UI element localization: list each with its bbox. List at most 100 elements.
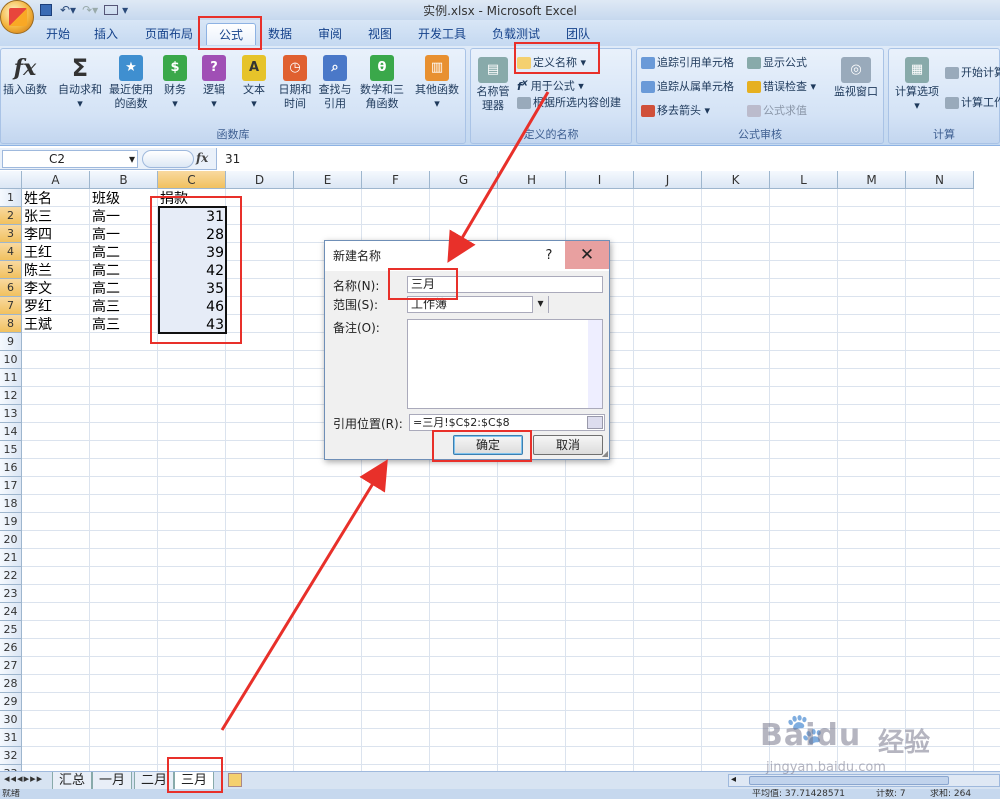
remove-arrows-button[interactable]: 移去箭头 ▾ <box>641 101 710 121</box>
column-header-I[interactable]: I <box>566 171 634 189</box>
formula-input[interactable]: 31 <box>216 148 1000 170</box>
tab-3[interactable]: 公式 <box>206 23 256 45</box>
column-header-E[interactable]: E <box>294 171 362 189</box>
table-cell[interactable]: 高二 <box>90 262 158 280</box>
help-icon[interactable]: ? <box>535 241 563 271</box>
row-header-1[interactable]: 1 <box>0 189 22 207</box>
table-cell[interactable]: 张三 <box>22 208 90 226</box>
tab-4[interactable]: 数据 <box>262 23 298 45</box>
row-header-22[interactable]: 22 <box>0 567 22 585</box>
tab-5[interactable]: 审阅 <box>312 23 348 45</box>
sheet-tab-3[interactable]: 三月 <box>174 772 215 789</box>
column-header-N[interactable]: N <box>906 171 974 189</box>
calc-options-button[interactable]: ▦ 计算选项 ▾ <box>891 57 943 113</box>
tab-0[interactable]: 开始 <box>40 23 76 45</box>
watch-window-button[interactable]: ◎ 监视窗口 <box>829 57 883 99</box>
resize-grip-icon[interactable]: ◢ <box>602 449 608 458</box>
table-cell[interactable]: 王红 <box>22 244 90 262</box>
row-header-29[interactable]: 29 <box>0 693 22 711</box>
row-header-7[interactable]: 7 <box>0 297 22 315</box>
ok-button[interactable]: 确定 <box>453 435 523 455</box>
select-all-corner[interactable] <box>0 171 22 189</box>
name-input[interactable]: 三月 <box>407 276 603 293</box>
other-functions-button[interactable]: ▥ 其他函数 ▾ <box>411 55 463 111</box>
row-header-23[interactable]: 23 <box>0 585 22 603</box>
tab-9[interactable]: 团队 <box>560 23 596 45</box>
scroll-left-icon[interactable]: ◂ <box>731 774 736 785</box>
column-header-M[interactable]: M <box>838 171 906 189</box>
table-cell[interactable]: 王斌 <box>22 316 90 334</box>
insert-sheet-icon[interactable] <box>228 773 242 787</box>
use-in-formula-button[interactable]: fx 用于公式 ▾ <box>517 73 584 93</box>
table-cell[interactable]: 39 <box>158 244 226 262</box>
header-cell[interactable]: 姓名 <box>22 190 90 208</box>
tab-2[interactable]: 页面布局 <box>140 23 198 45</box>
chevron-down-icon[interactable]: ▾ <box>532 296 548 313</box>
tab-6[interactable]: 视图 <box>362 23 398 45</box>
row-header-14[interactable]: 14 <box>0 423 22 441</box>
insert-function-icon[interactable]: fx <box>196 151 208 165</box>
calc-sheet-button[interactable]: 计算工作表 <box>945 93 1000 113</box>
close-icon[interactable]: ✕ <box>565 241 609 269</box>
row-header-9[interactable]: 9 <box>0 333 22 351</box>
row-header-24[interactable]: 24 <box>0 603 22 621</box>
error-checking-button[interactable]: 错误检查 ▾ <box>747 77 816 97</box>
row-header-17[interactable]: 17 <box>0 477 22 495</box>
sheet-tab-2[interactable]: 二月 <box>134 772 175 789</box>
office-button[interactable] <box>0 0 34 34</box>
row-header-11[interactable]: 11 <box>0 369 22 387</box>
column-header-L[interactable]: L <box>770 171 838 189</box>
column-header-D[interactable]: D <box>226 171 294 189</box>
row-header-21[interactable]: 21 <box>0 549 22 567</box>
row-header-32[interactable]: 32 <box>0 747 22 765</box>
column-header-J[interactable]: J <box>634 171 702 189</box>
table-cell[interactable]: 陈兰 <box>22 262 90 280</box>
column-header-K[interactable]: K <box>702 171 770 189</box>
row-header-13[interactable]: 13 <box>0 405 22 423</box>
row-header-3[interactable]: 3 <box>0 225 22 243</box>
table-cell[interactable]: 高三 <box>90 316 158 334</box>
row-header-15[interactable]: 15 <box>0 441 22 459</box>
recent-functions-button[interactable]: ★ 最近使用的函数 <box>107 55 155 111</box>
lookup-button[interactable]: ⌕ 查找与引用 <box>315 55 355 111</box>
table-cell[interactable]: 高二 <box>90 244 158 262</box>
row-header-5[interactable]: 5 <box>0 261 22 279</box>
column-header-G[interactable]: G <box>430 171 498 189</box>
row-header-25[interactable]: 25 <box>0 621 22 639</box>
trace-dependents-button[interactable]: 追踪从属单元格 <box>641 77 734 97</box>
table-cell[interactable]: 高一 <box>90 226 158 244</box>
name-box[interactable]: C2 ▾ <box>2 150 138 168</box>
row-header-2[interactable]: 2 <box>0 207 22 225</box>
table-cell[interactable]: 高一 <box>90 208 158 226</box>
row-header-18[interactable]: 18 <box>0 495 22 513</box>
table-cell[interactable]: 高二 <box>90 280 158 298</box>
show-formulas-button[interactable]: 显示公式 <box>747 53 807 73</box>
table-cell[interactable]: 31 <box>158 208 226 226</box>
define-name-button[interactable]: 定义名称 ▾ <box>517 53 586 73</box>
comment-scrollbar[interactable] <box>588 320 602 408</box>
datetime-button[interactable]: ◷ 日期和时间 <box>275 55 315 111</box>
table-cell[interactable]: 李文 <box>22 280 90 298</box>
row-header-26[interactable]: 26 <box>0 639 22 657</box>
table-cell[interactable]: 李四 <box>22 226 90 244</box>
calc-now-button[interactable]: 开始计算 <box>945 63 1000 83</box>
refers-to-input[interactable]: =三月!$C$2:$C$8 <box>409 414 605 431</box>
insert-function-button[interactable]: fx 插入函数 <box>1 55 49 97</box>
header-cell[interactable]: 捐款 <box>158 190 226 208</box>
row-header-10[interactable]: 10 <box>0 351 22 369</box>
sheet-tab-1[interactable]: 一月 <box>92 772 133 789</box>
evaluate-formula-button[interactable]: 公式求值 <box>747 101 807 121</box>
sheet-tab-0[interactable]: 汇总 <box>52 772 93 789</box>
tab-1[interactable]: 插入 <box>88 23 124 45</box>
row-header-20[interactable]: 20 <box>0 531 22 549</box>
range-picker-icon[interactable] <box>587 416 603 429</box>
math-button[interactable]: θ 数学和三角函数 <box>355 55 409 111</box>
row-header-16[interactable]: 16 <box>0 459 22 477</box>
table-cell[interactable]: 高三 <box>90 298 158 316</box>
comment-textarea[interactable] <box>407 319 603 409</box>
column-header-H[interactable]: H <box>498 171 566 189</box>
text-button[interactable]: A 文本 ▾ <box>237 55 271 111</box>
row-header-31[interactable]: 31 <box>0 729 22 747</box>
table-cell[interactable]: 42 <box>158 262 226 280</box>
row-header-27[interactable]: 27 <box>0 657 22 675</box>
